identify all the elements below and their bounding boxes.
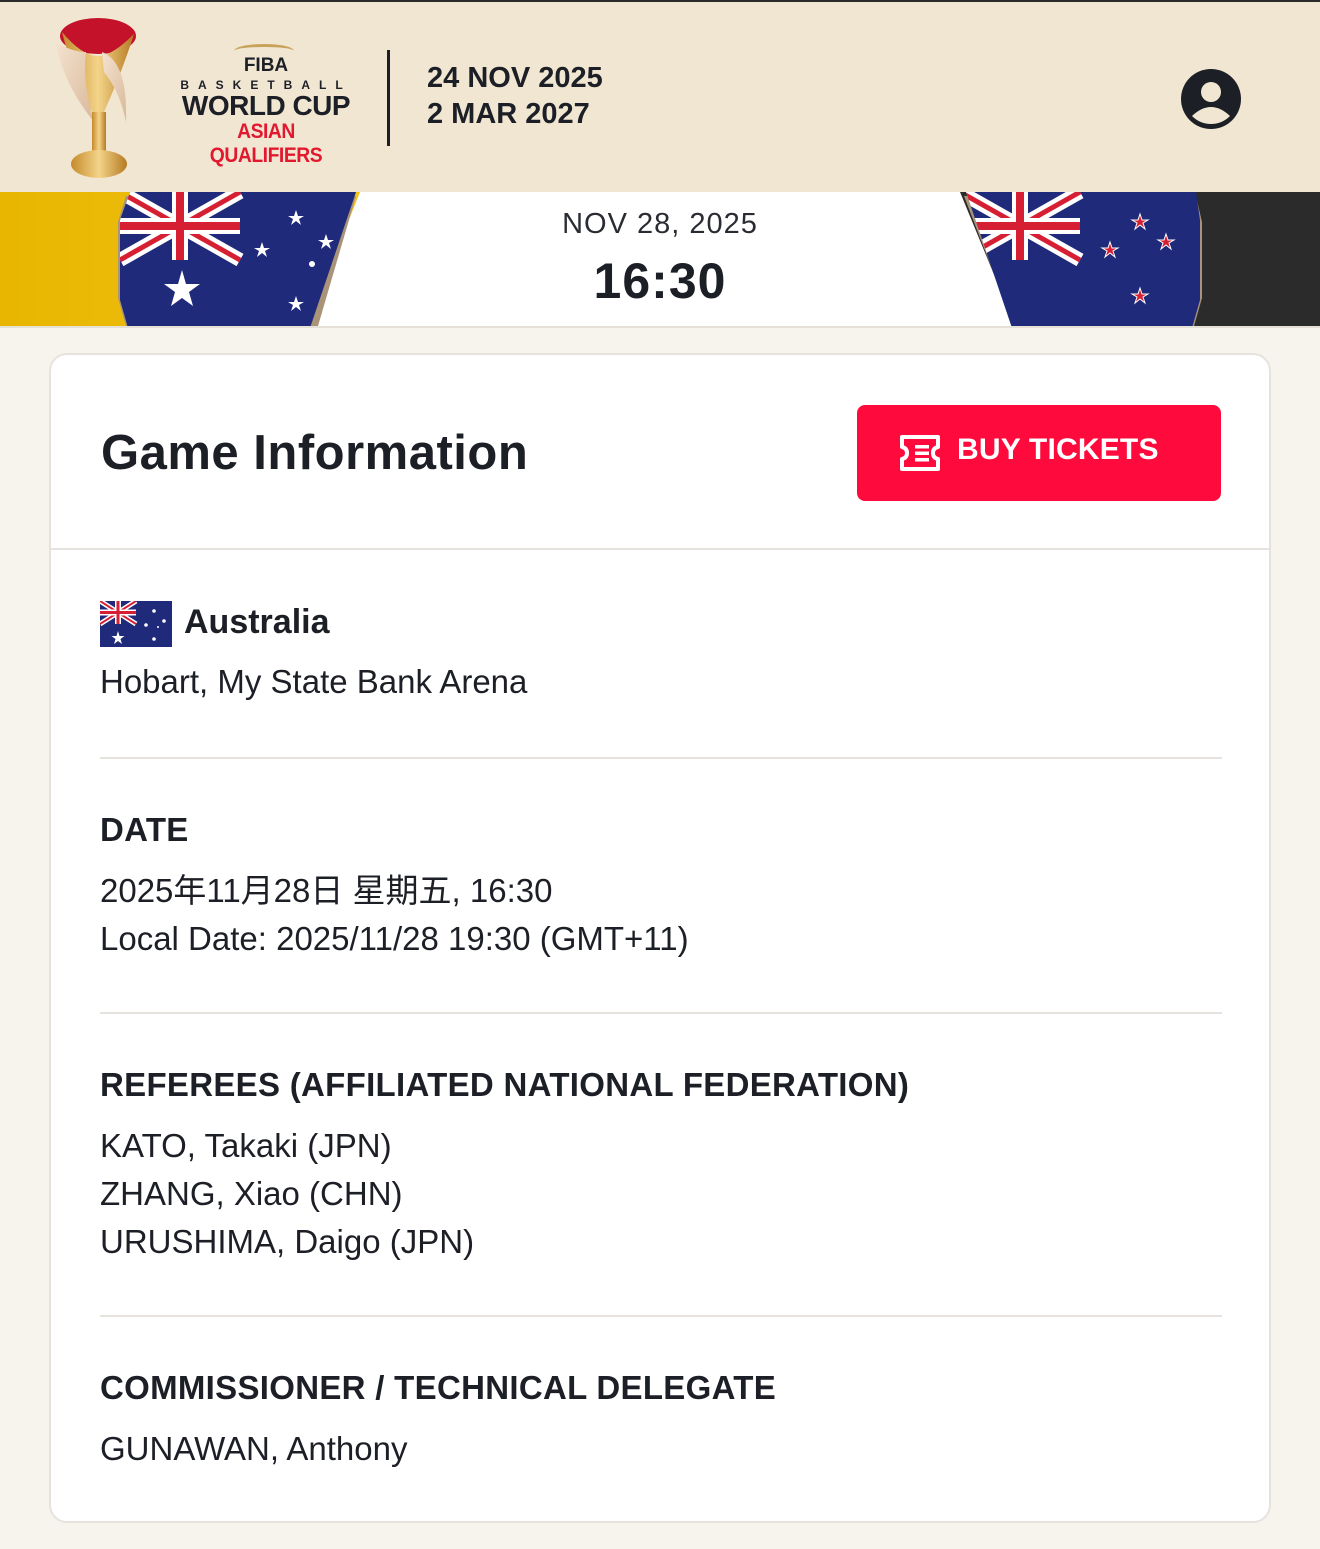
site-header: FIBA BASKETBALL WORLD CUP ASIAN QUALIFIE… [0,0,1320,192]
card-header: Game Information BUY TICKETS [51,355,1269,550]
divider [100,757,1222,759]
commissioner-section: COMMISSIONER / TECHNICAL DELEGATE GUNAWA… [100,1369,1222,1473]
australia-flag [118,192,356,326]
buy-tickets-button[interactable]: BUY TICKETS [857,405,1221,501]
referees-label: REFEREES (AFFILIATED NATIONAL FEDERATION… [100,1066,910,1103]
fiba-wordmark: FIBA [176,44,356,76]
card-title: Game Information [101,426,529,480]
date-section: DATE 2025年11月28日 星期五, 16:30 Local Date: … [100,811,1222,963]
divider [100,1012,1222,1014]
referees-section: REFEREES (AFFILIATED NATIONAL FEDERATION… [100,1066,1222,1266]
buy-tickets-label: BUY TICKETS [957,433,1159,466]
match-date: NOV 28, 2025 [562,208,758,240]
asian-qualifiers-wordmark: ASIAN QUALIFIERS [209,120,323,167]
header-divider [387,50,390,146]
trophy-logo-icon [56,18,136,178]
user-circle-icon[interactable] [1180,68,1242,130]
tournament-start-date: 24 NOV 2025 [427,62,603,94]
tournament-dates: 24 NOV 2025 2 MAR 2027 [427,60,603,132]
referee-name: ZHANG, Xiao (CHN) [100,1175,403,1212]
commissioner-name: GUNAWAN, Anthony [100,1430,408,1467]
matchup-banner[interactable]: NOV 28, 2025 16:30 [0,192,1320,328]
tournament-logo[interactable]: FIBA BASKETBALL WORLD CUP ASIAN QUALIFIE… [176,44,356,168]
ticket-icon [900,435,940,471]
match-time: 16:30 [593,253,727,309]
world-cup-wordmark: WORLD CUP [181,90,351,121]
date-line: 2025年11月28日 星期五, 16:30 [100,872,553,909]
new-zealand-flag [964,192,1202,326]
date-label: DATE [100,811,189,848]
australia-flag-icon [100,601,172,647]
local-date-line: Local Date: 2025/11/28 19:30 (GMT+11) [100,920,689,957]
referee-name: KATO, Takaki (JPN) [100,1127,392,1164]
venue-section: Australia Hobart, My State Bank Arena [100,601,1222,711]
venue-country: Australia [184,603,330,641]
game-information-card: Game Information BUY TICKETS Australia H… [49,353,1271,1523]
venue-place: Hobart, My State Bank Arena [100,663,528,700]
commissioner-label: COMMISSIONER / TECHNICAL DELEGATE [100,1369,777,1406]
referee-name: URUSHIMA, Daigo (JPN) [100,1223,475,1260]
divider [100,1315,1222,1317]
tournament-end-date: 2 MAR 2027 [427,98,590,130]
